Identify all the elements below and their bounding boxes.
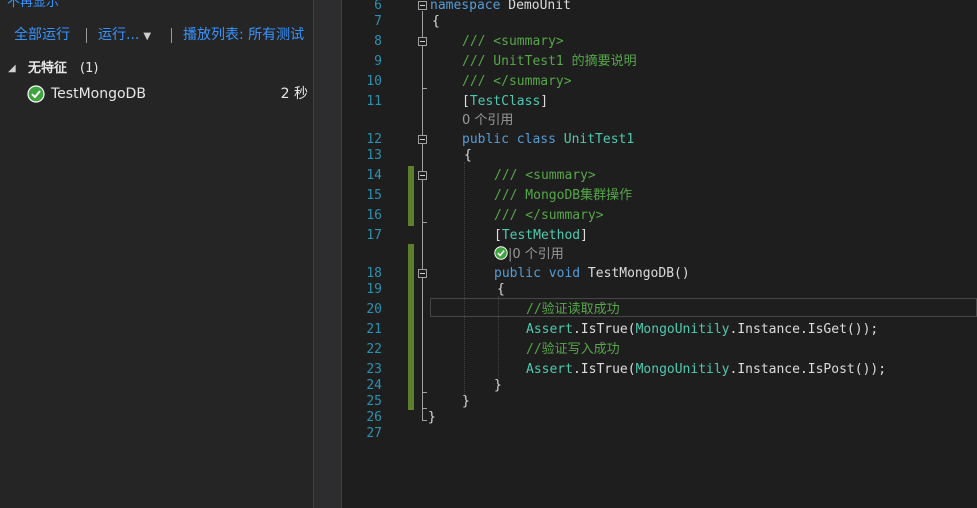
line-number: 23: [366, 362, 382, 377]
code-line: public class UnitTest1: [462, 132, 635, 147]
outline-line: [422, 279, 423, 392]
test-explorer-pane: 不再显示 全部运行 运行... ▼ 播放列表: 所有测试 ◢ 无特征 (1) Te…: [0, 0, 313, 508]
collapse-icon[interactable]: [418, 171, 427, 180]
run-dropdown[interactable]: 运行... ▼: [98, 24, 151, 48]
code-line: {: [432, 14, 440, 29]
line-number: 7: [374, 14, 382, 29]
code-line: }: [428, 410, 436, 425]
code-line: }: [462, 394, 470, 409]
line-number: 15: [366, 188, 382, 203]
change-marker: [408, 166, 414, 226]
line-number: 9: [374, 54, 382, 69]
code-line: {: [497, 282, 505, 297]
outline-end: [422, 88, 427, 89]
line-number: 20: [366, 302, 382, 317]
code-line: /// <summary>: [462, 34, 564, 49]
run-all-button[interactable]: 全部运行: [14, 24, 70, 46]
collapse-icon[interactable]: [418, 135, 427, 144]
pane-splitter[interactable]: [313, 0, 342, 508]
code-line: }: [494, 378, 502, 393]
test-item-row[interactable]: TestMongoDB 2 秒: [0, 84, 313, 104]
code-editor[interactable]: 6 7 8 9 10 11 12 13 14 15 16 17 18 19 20…: [342, 0, 977, 508]
caret-down-icon: ▼: [143, 31, 152, 42]
code-line: /// UnitTest1 的摘要说明: [462, 54, 637, 69]
code-line: /// <summary>: [494, 168, 596, 183]
outline-end: [422, 222, 427, 223]
collapse-icon[interactable]: [418, 1, 427, 10]
group-count: (1): [80, 61, 99, 76]
chevron-down-icon[interactable]: ◢: [8, 59, 16, 79]
line-number: 13: [366, 148, 382, 163]
current-line-highlight: [430, 298, 977, 317]
line-number: 26: [366, 410, 382, 425]
outline-end: [422, 408, 427, 409]
test-group-row[interactable]: ◢ 无特征 (1): [0, 59, 313, 79]
code-line: /// MongoDB集群操作: [494, 188, 633, 203]
code-line: //验证写入成功: [526, 342, 620, 357]
line-number: 21: [366, 322, 382, 337]
toolbar-separator: [86, 28, 87, 43]
run-label: 运行...: [98, 27, 140, 43]
collapse-icon[interactable]: [418, 269, 427, 278]
line-number: 10: [366, 74, 382, 89]
toolbar-separator: [171, 28, 172, 43]
outline-line: [422, 45, 423, 88]
playlist-link[interactable]: 播放列表: 所有测试: [183, 24, 304, 46]
vs-window: 不再显示 全部运行 运行... ▼ 播放列表: 所有测试 ◢ 无特征 (1) Te…: [0, 0, 977, 508]
line-number: 12: [366, 132, 382, 147]
change-marker: [408, 244, 414, 410]
line-number: 25: [366, 394, 382, 409]
pass-check-icon: [494, 246, 508, 260]
code-line: /// </summary>: [494, 208, 604, 223]
collapse-icon[interactable]: [418, 37, 427, 46]
code-line: public void TestMongoDB(): [494, 266, 690, 281]
code-line: [TestMethod]: [494, 228, 588, 243]
line-number: 24: [366, 378, 382, 393]
code-line: /// </summary>: [462, 74, 572, 89]
indent-guide: [464, 162, 466, 398]
line-number: 8: [374, 34, 382, 49]
line-number: 22: [366, 342, 382, 357]
line-number: 19: [366, 282, 382, 297]
code-line: namespace DemoUnit: [430, 0, 571, 13]
line-number: 17: [366, 228, 382, 243]
test-name: TestMongoDB: [51, 86, 146, 102]
line-number: 14: [366, 168, 382, 183]
group-name: 无特征: [28, 61, 68, 76]
test-explorer-toolbar: 全部运行 运行... ▼ 播放列表: 所有测试: [0, 24, 313, 46]
line-number: 18: [366, 266, 382, 281]
outline-end: [422, 392, 427, 393]
line-number: 27: [366, 426, 382, 441]
code-line: //验证读取成功: [526, 302, 620, 317]
test-duration: 2 秒: [280, 86, 308, 102]
outline-end: [422, 420, 427, 421]
code-line: [TestClass]: [462, 94, 549, 109]
dont-show-again-link[interactable]: 不再显示: [7, 0, 59, 10]
line-number: 16: [366, 208, 382, 223]
code-line: {: [464, 148, 472, 163]
pass-check-icon: [27, 85, 45, 103]
code-line: Assert.IsTrue(MongoUnitily.Instance.IsGe…: [526, 322, 879, 337]
line-number: 11: [366, 94, 382, 109]
code-line: Assert.IsTrue(MongoUnitily.Instance.IsPo…: [526, 362, 887, 377]
line-number: 6: [374, 0, 382, 13]
codelens-references[interactable]: 0 个引用: [462, 113, 513, 129]
codelens-test-status[interactable]: |0 个引用: [494, 246, 564, 263]
outline-line: [422, 181, 423, 222]
